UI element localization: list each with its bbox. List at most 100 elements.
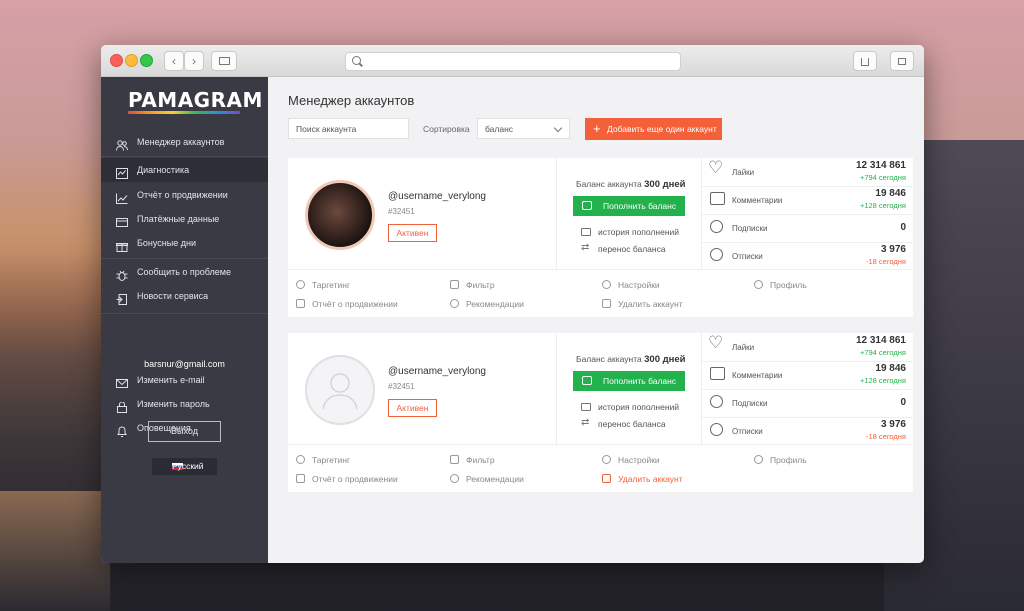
action-label: Фильтр <box>466 455 495 465</box>
stat-follows: Подписки 0 <box>701 389 913 417</box>
stat-value: 0 <box>900 222 906 233</box>
trash-icon <box>602 474 611 483</box>
balance-value: 300 дней <box>644 354 686 365</box>
target-icon <box>296 455 305 464</box>
bug-icon <box>116 266 128 281</box>
filter-icon <box>450 455 459 464</box>
logo[interactable]: PAMAGRAM <box>128 88 263 112</box>
stat-follows: Подписки 0 <box>701 214 913 242</box>
wallet-icon <box>582 201 592 210</box>
sidebar-item-label: Диагностика <box>137 165 190 175</box>
user-icon <box>754 280 763 289</box>
main-content: Менеджер аккаунтов Поиск аккаунта Сортир… <box>268 77 924 563</box>
account-id: #32451 <box>388 207 415 216</box>
balance-label: Баланс аккаунта <box>576 179 642 189</box>
add-account-label: Добавить еще один аккаунт <box>607 124 717 134</box>
target-icon <box>296 280 305 289</box>
tabs-button[interactable] <box>890 51 914 71</box>
sidebar-item-bonus-days[interactable]: Бонусные дни <box>101 231 268 255</box>
account-avatar-placeholder[interactable] <box>305 355 375 425</box>
stat-label: Комментарии <box>732 196 783 205</box>
account-avatar[interactable] <box>305 180 375 250</box>
user-silhouette-icon <box>322 373 358 410</box>
forward-button[interactable]: › <box>184 51 204 71</box>
action-label: Рекомендации <box>466 474 524 484</box>
transfer-icon: ⇄ <box>581 417 590 428</box>
logout-button[interactable]: Выход <box>148 421 221 442</box>
sidebar-item-promotion-report[interactable]: Отчёт о продвижении <box>101 183 268 207</box>
chevron-down-icon <box>553 123 563 133</box>
sort-select[interactable]: баланс <box>477 118 570 139</box>
topup-history-label: история пополнений <box>598 227 680 237</box>
account-id: #32451 <box>388 382 415 391</box>
status-badge: Активен <box>388 224 437 242</box>
gear-icon <box>602 280 611 289</box>
filter-icon <box>450 280 459 289</box>
action-label: Таргетинг <box>312 280 351 290</box>
sidebar-item-change-password[interactable]: Изменить пароль <box>101 392 268 416</box>
action-label: Удалить аккаунт <box>618 299 683 309</box>
stat-label: Подписки <box>732 224 768 233</box>
mail-icon <box>116 374 128 388</box>
card-icon <box>581 403 591 411</box>
stat-value: 19 846 <box>875 188 906 199</box>
sidebar-item-report-problem[interactable]: Сообщить о проблеме <box>101 260 268 284</box>
close-window-button[interactable] <box>110 54 123 67</box>
language-label: Русский <box>172 461 204 471</box>
stat-likes: ♡ Лайки 12 314 861 +794 сегодня <box>701 158 913 186</box>
stat-label: Отписки <box>732 252 763 261</box>
account-username[interactable]: @username_verylong <box>388 366 486 377</box>
action-label: Профиль <box>770 280 807 290</box>
minimize-window-button[interactable] <box>125 54 138 67</box>
account-card: @username_verylong #32451 Активен Баланс… <box>288 333 913 492</box>
address-bar[interactable] <box>345 52 681 71</box>
diagnostics-icon <box>116 164 128 179</box>
zoom-window-button[interactable] <box>140 54 153 67</box>
browser-toolbar: ‹ › <box>101 45 924 77</box>
desktop-rocks <box>0 491 110 611</box>
stat-label: Отписки <box>732 427 763 436</box>
balance-info: Баланс аккаунта 300 дней <box>576 179 686 190</box>
action-label: Настройки <box>618 455 660 465</box>
balance-transfer-label: перенос баланса <box>598 419 666 429</box>
sidebar-item-change-email[interactable]: Изменить e-mail <box>101 368 268 392</box>
account-username[interactable]: @username_verylong <box>388 191 486 202</box>
stat-delta: +794 сегодня <box>859 348 906 357</box>
share-button[interactable] <box>853 51 877 71</box>
tabs-icon <box>898 58 906 65</box>
sidebar-item-payment-data[interactable]: Платёжные данные <box>101 207 268 231</box>
browser-window: ‹ › PAMAGRAM Менеджер аккаунтов Диагност… <box>101 45 924 563</box>
stat-value: 3 976 <box>880 244 906 255</box>
comment-icon <box>710 192 725 205</box>
sidebar-item-label: Отчёт о продвижении <box>137 190 228 200</box>
card-divider <box>288 269 913 270</box>
topup-balance-button[interactable]: Пополнить баланс <box>573 196 685 216</box>
action-label: Профиль <box>770 455 807 465</box>
stat-value: 0 <box>900 397 906 408</box>
card-divider <box>556 158 557 269</box>
unfollow-icon <box>710 248 723 261</box>
language-selector[interactable]: Русский <box>152 458 217 475</box>
topup-label: Пополнить баланс <box>603 376 677 386</box>
sidebar-item-service-news[interactable]: Новости сервиса <box>101 284 268 308</box>
stat-delta: -18 сегодня <box>865 257 906 266</box>
account-search-input[interactable]: Поиск аккаунта <box>288 118 409 139</box>
sidebar-icon <box>218 57 230 65</box>
transfer-icon: ⇄ <box>581 242 590 253</box>
back-button[interactable]: ‹ <box>164 51 184 71</box>
sidebar-item-label: Бонусные дни <box>137 238 196 248</box>
sidebar-item-account-manager[interactable]: Менеджер аккаунтов <box>101 130 268 154</box>
sidebar-item-label: Платёжные данные <box>137 214 220 224</box>
gift-icon <box>116 237 128 252</box>
topup-balance-button[interactable]: Пополнить баланс <box>573 371 685 391</box>
topup-label: Пополнить баланс <box>603 201 677 211</box>
gear-icon <box>602 455 611 464</box>
sidebar-toggle-button[interactable] <box>211 51 237 71</box>
sidebar-item-label: Изменить пароль <box>137 399 210 409</box>
card-divider <box>556 333 557 444</box>
stat-label: Комментарии <box>732 371 783 380</box>
sidebar-item-diagnostics[interactable]: Диагностика <box>101 158 268 182</box>
news-icon <box>116 290 128 305</box>
stat-delta: +128 сегодня <box>859 376 906 385</box>
add-account-button[interactable]: + Добавить еще один аккаунт <box>585 118 722 140</box>
